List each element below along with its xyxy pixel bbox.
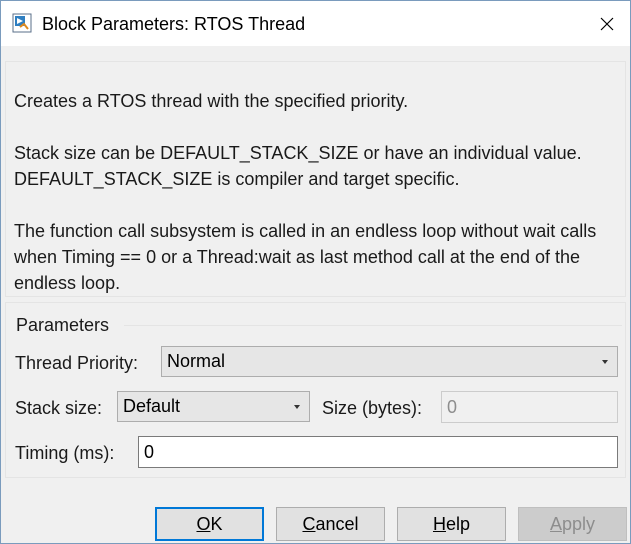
stack-size-label: Stack size: <box>15 398 103 418</box>
group-divider <box>124 325 622 326</box>
window-title: Block Parameters: RTOS Thread <box>42 14 306 34</box>
chevron-down-icon <box>602 359 608 364</box>
description-line-3: The function call subsystem is called in… <box>14 221 597 293</box>
size-bytes-label: Size (bytes): <box>322 398 423 418</box>
size-bytes-field <box>441 391 618 423</box>
thread-priority-value: Normal <box>167 351 226 371</box>
title-bar[interactable]: Block Parameters: RTOS Thread <box>1 1 630 46</box>
chevron-down-icon <box>294 404 300 409</box>
close-button[interactable] <box>584 1 630 46</box>
apply-button: Apply <box>518 507 627 541</box>
thread-priority-label: Thread Priority: <box>15 353 139 373</box>
dialog-window: Block Parameters: RTOS Thread Creates a … <box>0 0 631 544</box>
stack-size-value: Default <box>123 396 181 416</box>
ok-button[interactable]: OK <box>155 507 264 541</box>
close-icon <box>600 17 614 30</box>
parameters-title: Parameters <box>16 315 110 335</box>
stack-size-dropdown[interactable]: Default <box>117 391 310 422</box>
cancel-button[interactable]: Cancel <box>276 507 385 541</box>
thread-priority-dropdown[interactable]: Normal <box>161 346 618 377</box>
description-line-1: Creates a RTOS thread with the specified… <box>14 91 409 111</box>
help-button[interactable]: Help <box>397 507 506 541</box>
simulink-block-icon <box>12 13 32 33</box>
description-line-2: Stack size can be DEFAULT_STACK_SIZE or … <box>14 143 582 189</box>
timing-label: Timing (ms): <box>15 443 115 463</box>
timing-field[interactable] <box>138 436 618 468</box>
description-panel: Creates a RTOS thread with the specified… <box>5 61 626 297</box>
